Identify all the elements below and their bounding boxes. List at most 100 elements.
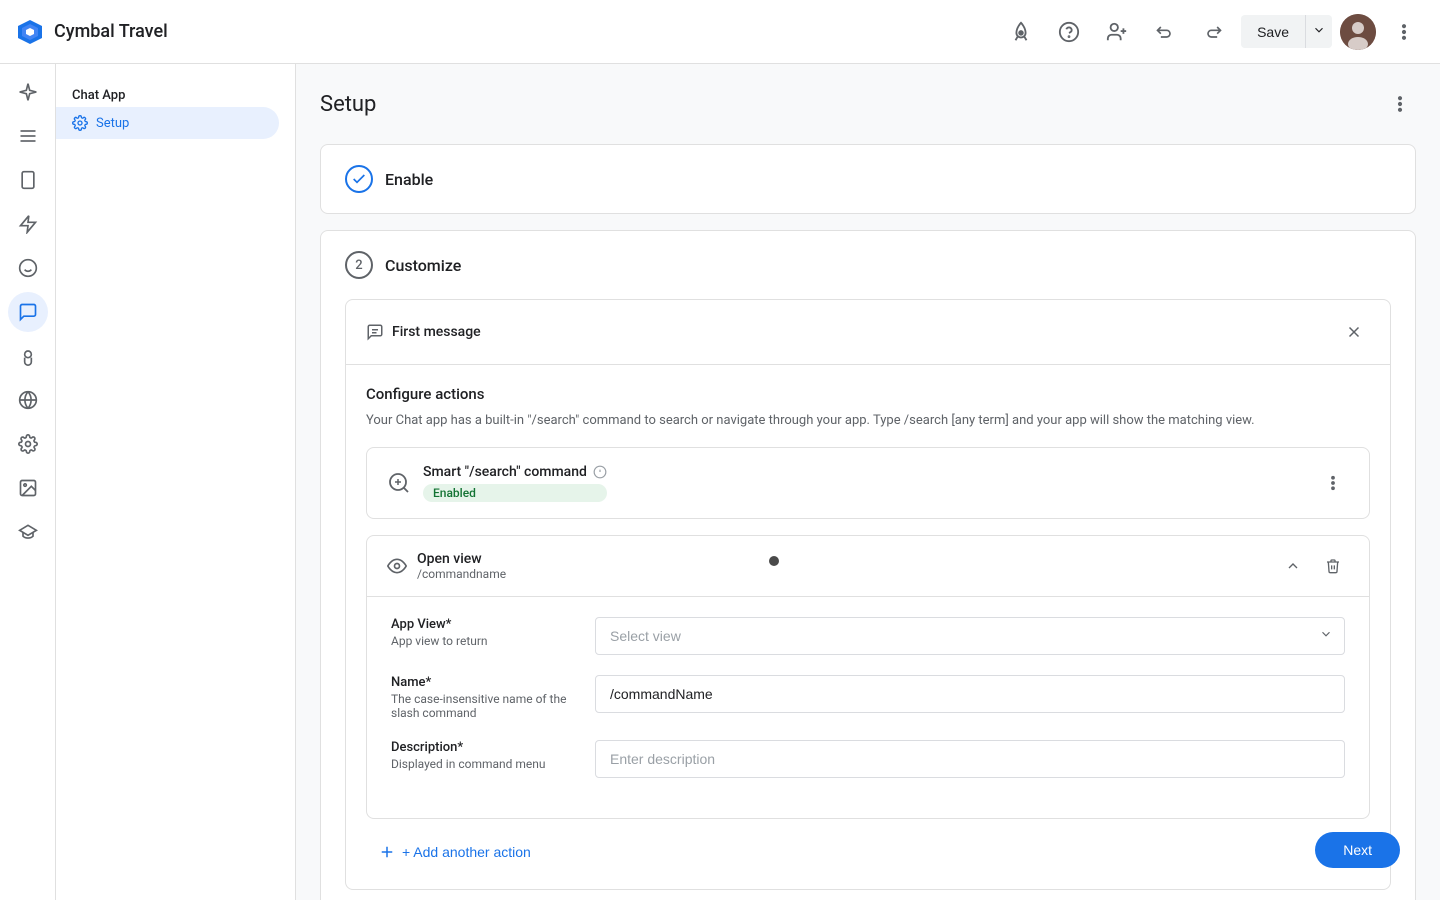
rocket-button[interactable] — [1001, 12, 1041, 52]
open-view-collapse-button[interactable] — [1277, 550, 1309, 582]
open-view-title: Open view — [417, 551, 506, 567]
first-message-card: First message Configure actions Your Cha… — [345, 299, 1391, 890]
flash-icon — [18, 214, 38, 234]
next-button[interactable]: Next — [1315, 832, 1400, 868]
enabled-badge: Enabled — [423, 484, 607, 502]
help-icon — [1058, 21, 1080, 43]
rocket-icon — [1010, 21, 1032, 43]
graduation-icon — [18, 522, 38, 542]
smart-search-left: Smart "/search" command Enabled — [387, 464, 607, 502]
description-input[interactable] — [595, 740, 1345, 778]
app-view-row: App View* App view to return Select view — [391, 617, 1345, 655]
app-view-label-group: App View* App view to return — [391, 617, 571, 648]
open-view-body: App View* App view to return Select view — [367, 597, 1369, 818]
close-icon — [1345, 323, 1363, 341]
smart-search-more-button[interactable] — [1317, 467, 1349, 499]
rail-phone-button[interactable] — [8, 160, 48, 200]
step1-card: Enable — [320, 144, 1416, 214]
save-button[interactable]: Save — [1241, 16, 1305, 48]
info-icon[interactable] — [593, 465, 607, 479]
topbar: Cymbal Travel — [0, 0, 1440, 64]
page-title: Setup — [320, 92, 376, 117]
name-label-group: Name* The case-insensitive name of the s… — [391, 675, 571, 720]
user-avatar-icon — [1340, 14, 1376, 50]
configure-actions-title: Configure actions — [366, 385, 1370, 403]
mask-icon — [18, 258, 38, 278]
app-view-label: App View* — [391, 617, 571, 632]
more-menu-button[interactable] — [1384, 12, 1424, 52]
more-vertical-icon — [1394, 22, 1414, 42]
step1-check-icon — [351, 171, 367, 187]
redo-button[interactable] — [1193, 12, 1233, 52]
avatar[interactable] — [1340, 14, 1376, 50]
chevron-up-icon — [1285, 558, 1301, 574]
page-more-button[interactable] — [1384, 88, 1416, 120]
step2-header: 2 Customize — [321, 231, 1415, 299]
main-layout: Chat App Setup Setup — [0, 64, 1440, 900]
sidebar-item-setup-label: Setup — [96, 116, 129, 131]
chevron-down-icon — [1312, 23, 1326, 37]
add-person-button[interactable] — [1097, 12, 1137, 52]
main-content: Setup Enable — [296, 64, 1440, 900]
phone-icon — [18, 170, 38, 190]
name-input-group — [595, 675, 1345, 713]
smart-search-info: Smart "/search" command Enabled — [423, 464, 607, 502]
rail-flash-button[interactable] — [8, 204, 48, 244]
globe-icon — [18, 390, 38, 410]
page-more-icon — [1390, 94, 1410, 114]
redo-icon — [1203, 22, 1223, 42]
cymbal-logo-icon — [16, 18, 44, 46]
rail-mask-button[interactable] — [8, 248, 48, 288]
sidebar-section-title: Chat App — [56, 80, 295, 107]
undo-icon — [1155, 22, 1175, 42]
topbar-actions: Save — [1001, 12, 1424, 52]
rail-idea-button[interactable] — [8, 336, 48, 376]
app-view-sublabel: App view to return — [391, 634, 571, 648]
save-button-group: Save — [1241, 15, 1332, 48]
rail-learn-button[interactable] — [8, 512, 48, 552]
description-label-group: Description* Displayed in command menu — [391, 740, 571, 771]
help-button[interactable] — [1049, 12, 1089, 52]
undo-button[interactable] — [1145, 12, 1185, 52]
first-message-close-button[interactable] — [1338, 316, 1370, 348]
rail-sparkle-button[interactable] — [8, 72, 48, 112]
add-person-icon — [1106, 21, 1128, 43]
save-dropdown-button[interactable] — [1305, 15, 1332, 48]
step1-title: Enable — [385, 170, 433, 189]
delete-icon — [1325, 558, 1341, 574]
customize-content: First message Configure actions Your Cha… — [321, 299, 1415, 900]
step1-number — [345, 165, 373, 193]
app-view-select[interactable]: Select view — [595, 617, 1345, 655]
description-row: Description* Displayed in command menu — [391, 740, 1345, 778]
step2-number: 2 — [345, 251, 373, 279]
eye-icon — [387, 556, 407, 576]
rail-image-button[interactable] — [8, 468, 48, 508]
first-message-body: Configure actions Your Chat app has a bu… — [346, 365, 1390, 889]
name-input[interactable] — [595, 675, 1345, 713]
configure-actions-desc: Your Chat app has a built-in "/search" c… — [366, 411, 1370, 431]
first-message-title-row: First message — [366, 323, 481, 341]
description-label: Description* — [391, 740, 571, 755]
step2-title: Customize — [385, 256, 461, 275]
sidebar-item-setup[interactable]: Setup — [56, 107, 279, 139]
open-view-actions — [1277, 550, 1349, 582]
rail-list-button[interactable] — [8, 116, 48, 156]
first-message-icon — [366, 323, 384, 341]
setup-icon — [72, 115, 88, 131]
app-view-select-wrapper: Select view — [595, 617, 1345, 655]
name-label: Name* — [391, 675, 571, 690]
list-icon — [18, 126, 38, 146]
open-view-subtitle: /commandname — [417, 567, 506, 581]
open-view-delete-button[interactable] — [1317, 550, 1349, 582]
image-icon — [18, 478, 38, 498]
rail-settings-button[interactable] — [8, 424, 48, 464]
first-message-title: First message — [392, 324, 481, 340]
page-header: Setup — [320, 88, 1416, 120]
rail-chat-button[interactable] — [8, 292, 48, 332]
more-vert-icon — [1324, 474, 1342, 492]
rail-globe-button[interactable] — [8, 380, 48, 420]
step1-header: Enable — [321, 145, 1415, 213]
name-sublabel: The case-insensitive name of the slash c… — [391, 692, 571, 720]
add-action-button[interactable]: + Add another action — [366, 835, 543, 869]
icon-rail — [0, 64, 56, 900]
